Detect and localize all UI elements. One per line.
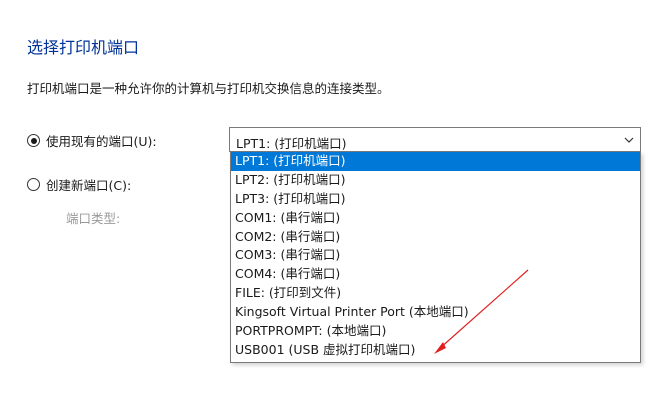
port-option-kingsoft[interactable]: Kingsoft Virtual Printer Port (本地端口)	[231, 303, 640, 322]
port-option-portprompt[interactable]: PORTPROMPT: (本地端口)	[231, 322, 640, 341]
page-title: 选择打印机端口	[27, 38, 140, 57]
create-new-port-radio[interactable]: 创建新端口(C):	[27, 175, 131, 194]
port-option-lpt3[interactable]: LPT3: (打印机端口)	[231, 190, 640, 209]
radio-unchecked-icon[interactable]	[27, 178, 40, 191]
port-option-lpt2[interactable]: LPT2: (打印机端口)	[231, 171, 640, 190]
page-description: 打印机端口是一种允许你的计算机与打印机交换信息的连接类型。	[27, 81, 390, 96]
port-option-com1[interactable]: COM1: (串行端口)	[231, 209, 640, 228]
port-type-label: 端口类型:	[66, 211, 121, 226]
port-dropdown-list[interactable]: LPT1: (打印机端口) LPT2: (打印机端口) LPT3: (打印机端口…	[230, 152, 641, 363]
radio-checked-icon[interactable]	[27, 134, 40, 147]
existing-port-select[interactable]: LPT1: (打印机端口)	[229, 127, 641, 152]
use-existing-port-label: 使用现有的端口(U):	[46, 134, 157, 149]
port-option-com2[interactable]: COM2: (串行端口)	[231, 228, 640, 247]
port-option-usb001[interactable]: USB001 (USB 虚拟打印机端口)	[231, 341, 640, 360]
port-option-com3[interactable]: COM3: (串行端口)	[231, 246, 640, 265]
create-new-port-label: 创建新端口(C):	[46, 178, 132, 193]
port-option-com4[interactable]: COM4: (串行端口)	[231, 265, 640, 284]
chevron-down-icon[interactable]	[623, 134, 635, 146]
port-option-file[interactable]: FILE: (打印到文件)	[231, 284, 640, 303]
port-option-lpt1[interactable]: LPT1: (打印机端口)	[231, 152, 640, 171]
selected-port-value: LPT1: (打印机端口)	[236, 136, 347, 151]
use-existing-port-radio[interactable]: 使用现有的端口(U):	[27, 131, 157, 150]
